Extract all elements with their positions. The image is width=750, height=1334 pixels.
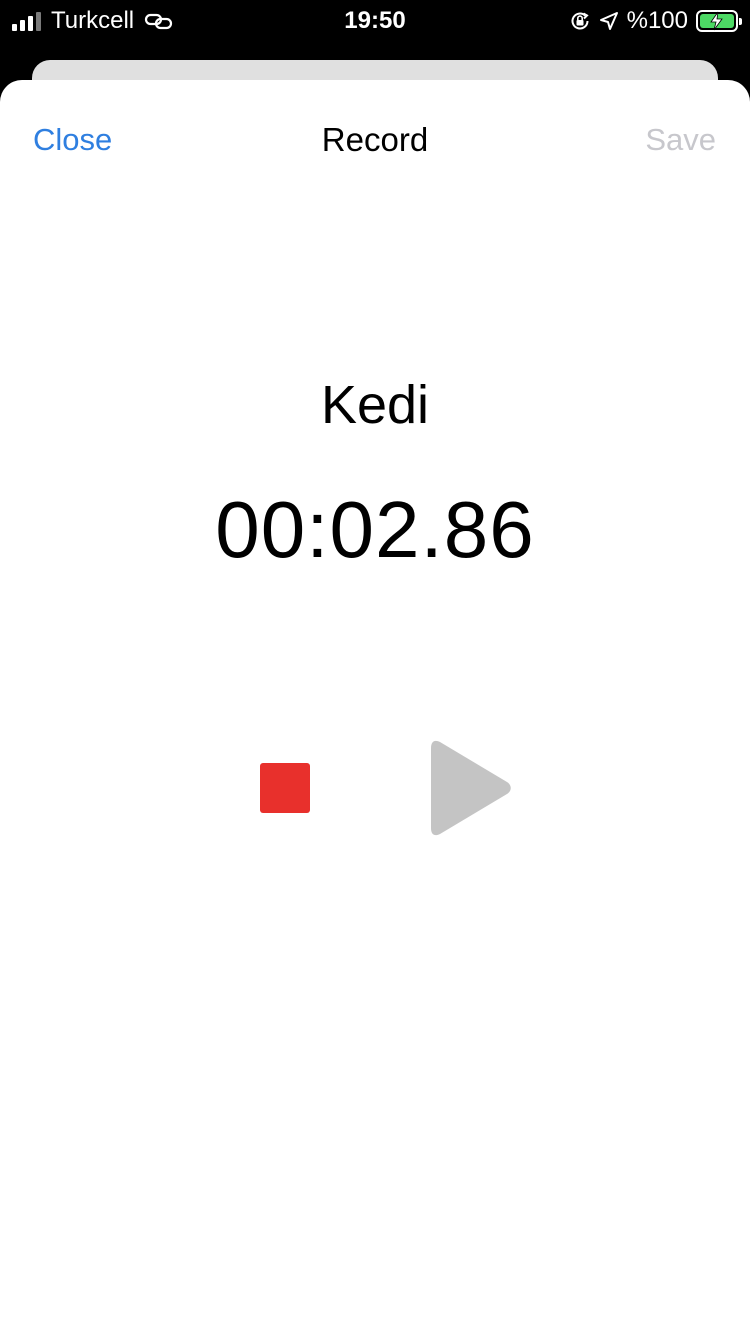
page-title: Record — [321, 121, 429, 158]
status-bar: Turkcell 19:50 %100 — [0, 0, 750, 40]
charging-bolt-icon — [710, 11, 723, 31]
play-icon — [431, 740, 511, 836]
record-sheet: Close Record Save Kedi 00:02.86 — [0, 80, 750, 1334]
stop-button[interactable] — [260, 763, 310, 813]
save-button[interactable]: Save — [645, 120, 716, 160]
recording-name: Kedi — [320, 375, 430, 435]
location-icon — [599, 12, 618, 30]
battery-icon — [696, 10, 742, 32]
play-button[interactable] — [428, 740, 514, 836]
elapsed-time: 00:02.86 — [215, 485, 535, 574]
orientation-lock-icon — [571, 12, 589, 30]
battery-percentage: %100 — [626, 7, 688, 34]
status-right: %100 — [569, 6, 742, 36]
battery-cap — [739, 18, 742, 25]
